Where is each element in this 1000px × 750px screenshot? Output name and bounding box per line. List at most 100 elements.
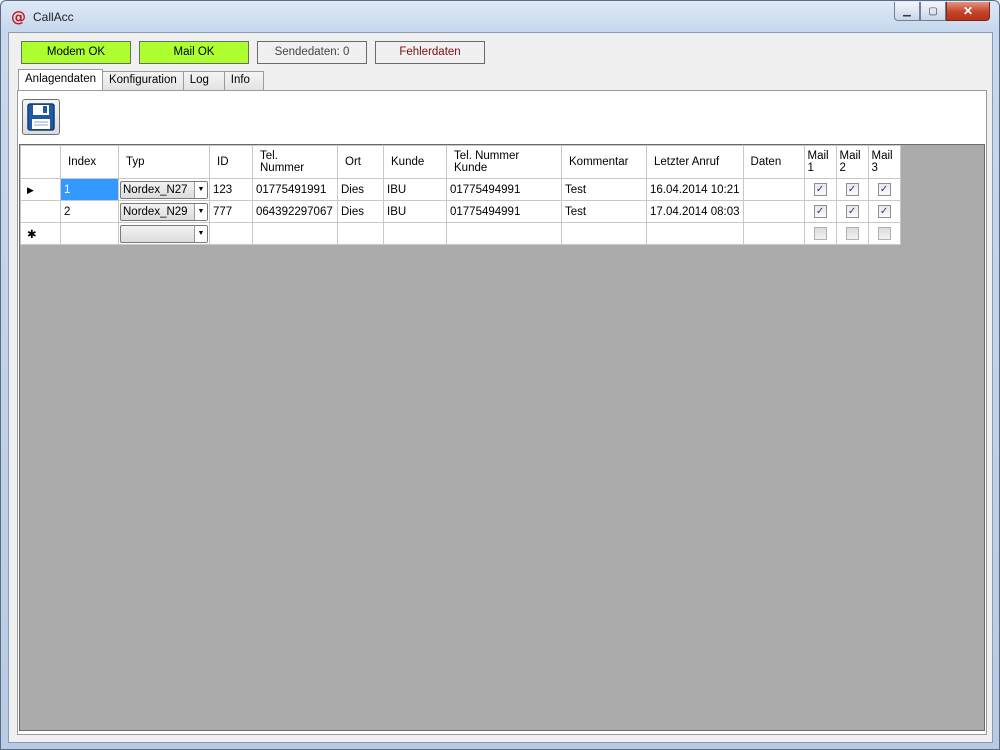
- cell-mail-2[interactable]: ✓: [835, 222, 869, 245]
- column-header-index[interactable]: Index: [60, 145, 119, 179]
- modem-status-button[interactable]: Modem OK: [21, 41, 131, 64]
- mail-3-checkbox[interactable]: ✓: [877, 205, 891, 218]
- cell-id[interactable]: 777: [209, 200, 253, 223]
- grid-header-row: Index Typ ID Tel. Nummer Ort Kunde Tel. N…: [20, 145, 901, 179]
- cell-mail-3[interactable]: ✓: [867, 200, 901, 223]
- new-row-asterisk-icon: ✱: [27, 228, 37, 241]
- tab-log[interactable]: Log: [182, 71, 225, 90]
- cell-letzter-anruf[interactable]: [646, 222, 744, 245]
- chevron-down-icon[interactable]: ▼: [194, 203, 207, 220]
- column-header-id[interactable]: ID: [209, 145, 253, 179]
- table-row[interactable]: 2 Nordex_N29 ▼ 777 064392297067 Dies IBU…: [20, 200, 901, 223]
- cell-tel-nummer[interactable]: 064392297067: [252, 200, 338, 223]
- client-area: Modem OK Mail OK Sendedaten: 0 Fehlerdat…: [8, 32, 993, 743]
- mail-3-checkbox[interactable]: ✓: [877, 183, 891, 196]
- cell-index[interactable]: 1: [60, 178, 119, 201]
- cell-tel-nummer-kunde[interactable]: [446, 222, 562, 245]
- mail-1-checkbox[interactable]: ✓: [813, 227, 827, 240]
- app-window: @ CallAcc ▁ ▢ ✕ Modem OK Mail OK Sendeda…: [0, 0, 1000, 750]
- error-data-button[interactable]: Fehlerdaten: [375, 41, 485, 64]
- maximize-button[interactable]: ▢: [920, 2, 946, 21]
- cell-tel-nummer-kunde[interactable]: 01775494991: [446, 178, 562, 201]
- cell-letzter-anruf[interactable]: 16.04.2014 10:21: [646, 178, 744, 201]
- column-header-mail-3[interactable]: Mail 3: [867, 145, 901, 179]
- mail-1-checkbox[interactable]: ✓: [813, 205, 827, 218]
- cell-mail-3[interactable]: ✓: [867, 178, 901, 201]
- column-header-tel-nummer-kunde[interactable]: Tel. Nummer Kunde: [446, 145, 562, 179]
- table-row[interactable]: ▶ 1 Nordex_N27 ▼ 123 01775491991 Dies IB…: [20, 178, 901, 201]
- mail-2-checkbox[interactable]: ✓: [845, 205, 859, 218]
- column-header-tel-nummer[interactable]: Tel. Nummer: [252, 145, 338, 179]
- new-row-header[interactable]: ✱: [20, 222, 61, 245]
- cell-daten[interactable]: [742, 178, 805, 201]
- cell-mail-3[interactable]: ✓: [867, 222, 901, 245]
- row-header[interactable]: [20, 200, 61, 223]
- cell-letzter-anruf[interactable]: 17.04.2014 08:03: [646, 200, 744, 223]
- cell-index[interactable]: [60, 222, 119, 245]
- cell-daten[interactable]: [742, 200, 805, 223]
- mail-2-checkbox[interactable]: ✓: [845, 227, 859, 240]
- tab-strip: Anlagendaten Konfiguration Log Info: [18, 69, 264, 90]
- title-bar[interactable]: @ CallAcc ▁ ▢ ✕: [1, 1, 999, 33]
- cell-kunde[interactable]: IBU: [383, 178, 447, 201]
- column-header-kunde[interactable]: Kunde: [383, 145, 447, 179]
- chevron-down-icon[interactable]: ▼: [194, 225, 207, 242]
- tab-konfiguration[interactable]: Konfiguration: [101, 71, 184, 90]
- close-icon: ✕: [962, 4, 974, 18]
- cell-id[interactable]: [209, 222, 253, 245]
- data-grid-table: Index Typ ID Tel. Nummer Ort Kunde Tel. N…: [20, 145, 901, 245]
- cell-tel-nummer[interactable]: [252, 222, 338, 245]
- tab-anlagendaten[interactable]: Anlagendaten: [18, 69, 103, 90]
- minimize-button[interactable]: ▁: [894, 2, 920, 21]
- cell-tel-nummer-kunde[interactable]: 01775494991: [446, 200, 562, 223]
- tab-panel-anlagendaten: Index Typ ID Tel. Nummer Ort Kunde Tel. N…: [17, 90, 987, 735]
- tab-info[interactable]: Info: [223, 71, 264, 90]
- column-header-ort[interactable]: Ort: [337, 145, 384, 179]
- mail-3-checkbox[interactable]: ✓: [877, 227, 891, 240]
- app-logo-icon: @: [11, 8, 26, 26]
- cell-index[interactable]: 2: [60, 200, 119, 223]
- typ-dropdown-value: Nordex_N29: [123, 205, 188, 218]
- cell-typ[interactable]: ▼: [118, 222, 210, 245]
- mail-1-checkbox[interactable]: ✓: [813, 183, 827, 196]
- mail-status-button[interactable]: Mail OK: [139, 41, 249, 64]
- column-header-typ[interactable]: Typ: [118, 145, 210, 179]
- typ-dropdown[interactable]: ▼: [120, 224, 208, 243]
- cell-kunde[interactable]: IBU: [383, 200, 447, 223]
- column-header-mail-2[interactable]: Mail 2: [835, 145, 869, 179]
- cell-kommentar[interactable]: [561, 222, 647, 245]
- column-header-mail-1[interactable]: Mail 1: [803, 145, 837, 179]
- caption-buttons: ▁ ▢ ✕: [894, 2, 990, 22]
- mail-2-checkbox[interactable]: ✓: [845, 183, 859, 196]
- corner-header[interactable]: [20, 145, 61, 179]
- cell-ort[interactable]: [337, 222, 384, 245]
- save-button[interactable]: [22, 99, 60, 135]
- send-data-button[interactable]: Sendedaten: 0: [257, 41, 367, 64]
- cell-daten[interactable]: [742, 222, 805, 245]
- cell-mail-1[interactable]: ✓: [803, 178, 837, 201]
- column-header-kommentar[interactable]: Kommentar: [561, 145, 647, 179]
- cell-kunde[interactable]: [383, 222, 447, 245]
- column-header-daten[interactable]: Daten: [742, 145, 805, 179]
- cell-mail-1[interactable]: ✓: [803, 200, 837, 223]
- cell-mail-1[interactable]: ✓: [803, 222, 837, 245]
- cell-mail-2[interactable]: ✓: [835, 178, 869, 201]
- cell-tel-nummer[interactable]: 01775491991: [252, 178, 338, 201]
- close-button[interactable]: ✕: [946, 2, 990, 21]
- cell-ort[interactable]: Dies: [337, 178, 384, 201]
- row-header-current[interactable]: ▶: [20, 178, 61, 201]
- data-grid[interactable]: Index Typ ID Tel. Nummer Ort Kunde Tel. N…: [19, 144, 985, 731]
- column-header-letzter-anruf[interactable]: Letzter Anruf: [646, 145, 744, 179]
- cell-ort[interactable]: Dies: [337, 200, 384, 223]
- cell-kommentar[interactable]: Test: [561, 178, 647, 201]
- cell-typ[interactable]: Nordex_N27 ▼: [118, 178, 210, 201]
- typ-dropdown[interactable]: Nordex_N29 ▼: [120, 202, 208, 221]
- cell-mail-2[interactable]: ✓: [835, 200, 869, 223]
- typ-dropdown[interactable]: Nordex_N27 ▼: [120, 180, 208, 199]
- new-row[interactable]: ✱ ▼: [20, 222, 901, 245]
- cell-typ[interactable]: Nordex_N29 ▼: [118, 200, 210, 223]
- chevron-down-icon[interactable]: ▼: [194, 181, 207, 198]
- cell-id[interactable]: 123: [209, 178, 253, 201]
- cell-kommentar[interactable]: Test: [561, 200, 647, 223]
- current-row-arrow-icon: ▶: [27, 184, 34, 195]
